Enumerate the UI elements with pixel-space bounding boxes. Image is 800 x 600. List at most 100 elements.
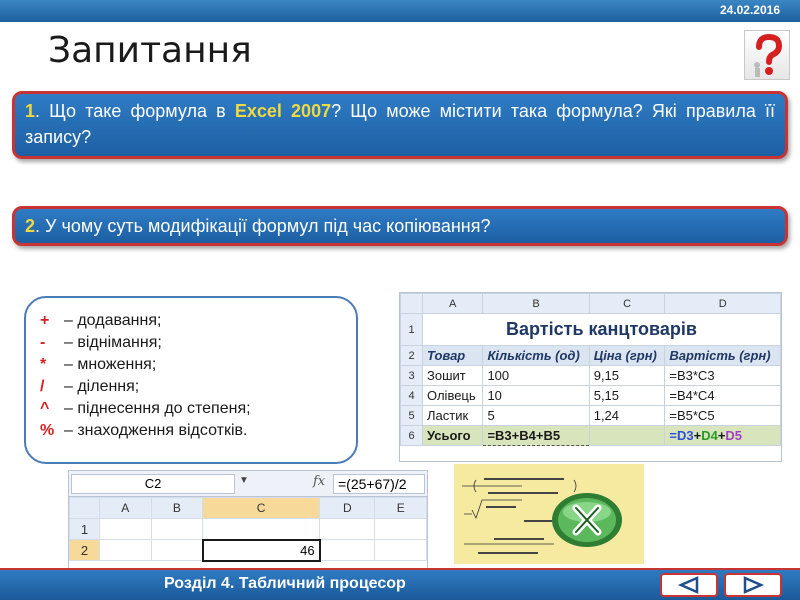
formula-cell[interactable]: =B3*C3 bbox=[664, 365, 781, 386]
operator-label: – віднімання; bbox=[64, 334, 162, 351]
table-row: 4 Олівець 10 5,15 =B4*C4 bbox=[400, 385, 781, 406]
table-cell[interactable] bbox=[150, 518, 204, 540]
question-1-box: 1. Що таке формула в Excel 2007? Що може… bbox=[12, 91, 788, 159]
column-header[interactable]: A bbox=[421, 293, 484, 314]
slide-title: Запитання bbox=[48, 30, 252, 71]
question-2-box: 2. У чому суть модифікації формул під ча… bbox=[12, 206, 788, 246]
row-header[interactable]: 5 bbox=[400, 405, 423, 426]
table-cell[interactable]: 10 bbox=[482, 385, 590, 406]
question-1-excel: Excel 2007 bbox=[234, 101, 332, 121]
row-header[interactable]: 4 bbox=[400, 385, 423, 406]
table-cell[interactable] bbox=[319, 539, 376, 561]
column-header[interactable]: D bbox=[319, 497, 376, 519]
operator-label: – ділення; bbox=[64, 378, 140, 395]
sum-part: D5 bbox=[725, 428, 743, 443]
header-cell[interactable]: Кількість (од) bbox=[482, 345, 590, 366]
row-header[interactable]: 6 bbox=[400, 425, 423, 446]
formula-input[interactable]: =(25+67)/2 bbox=[333, 474, 425, 494]
operator-item: - – віднімання; bbox=[40, 332, 342, 354]
spreadsheet-stationery: A B C D 1 Вартість канцтоварів 2 Товар К… bbox=[399, 292, 782, 462]
table-cell[interactable]: 100 bbox=[482, 365, 590, 386]
sum-part: =D3 bbox=[669, 428, 694, 443]
operator-symbol: ^ bbox=[40, 400, 50, 417]
question-2-number: 2 bbox=[25, 216, 36, 236]
table-cell[interactable]: 5,15 bbox=[588, 385, 666, 406]
row-header[interactable]: 3 bbox=[400, 365, 423, 386]
formula-cell[interactable]: =B5*C5 bbox=[664, 405, 781, 426]
header-cell[interactable]: Ціна (грн) bbox=[588, 345, 666, 366]
row-header[interactable]: 1 bbox=[69, 518, 100, 540]
corner-cell bbox=[400, 293, 423, 314]
column-header-row: A B C D bbox=[400, 293, 781, 314]
table-cell[interactable] bbox=[374, 518, 427, 540]
table-cell[interactable]: Зошит bbox=[421, 365, 484, 386]
column-header[interactable]: A bbox=[99, 497, 152, 519]
row-header[interactable]: 2 bbox=[400, 345, 423, 366]
table-cell[interactable] bbox=[99, 518, 152, 540]
table-header-row: 2 Товар Кількість (од) Ціна (грн) Вартіс… bbox=[400, 345, 781, 366]
operator-symbol: + bbox=[40, 312, 50, 329]
table-cell[interactable] bbox=[150, 539, 204, 561]
operator-label: – піднесення до степеня; bbox=[64, 400, 251, 417]
table-cell[interactable]: Ластик bbox=[421, 405, 484, 426]
excel-logo-icon bbox=[550, 490, 624, 550]
top-bar: 24.02.2016 bbox=[0, 0, 800, 22]
operators-box: + – додавання; - – віднімання; * – множення… bbox=[24, 296, 358, 464]
corner-cell bbox=[69, 497, 100, 519]
table-cell[interactable] bbox=[374, 539, 427, 561]
prev-slide-button[interactable] bbox=[660, 573, 718, 597]
table-cell[interactable] bbox=[202, 518, 321, 540]
table-row: 3 Зошит 100 9,15 =B3*C3 bbox=[400, 365, 781, 386]
header-cell[interactable]: Товар bbox=[421, 345, 484, 366]
table-cell[interactable]: 1,24 bbox=[588, 405, 666, 426]
total-formula-cell[interactable]: =B3+B4+B5 bbox=[482, 425, 590, 446]
fx-icon[interactable]: fx bbox=[313, 474, 325, 489]
header-cell[interactable]: Вартість (грн) bbox=[664, 345, 781, 366]
sum-part: D4 bbox=[701, 428, 718, 443]
question-1-text-a: . Що таке формула в bbox=[35, 101, 235, 121]
table-cell[interactable] bbox=[99, 539, 152, 561]
operator-label: – множення; bbox=[64, 356, 157, 373]
column-header-selected[interactable]: C bbox=[202, 497, 321, 519]
row-header-selected[interactable]: 2 bbox=[69, 539, 100, 561]
column-header-row: A B C D E bbox=[69, 497, 427, 519]
total-label[interactable]: Усього bbox=[421, 425, 484, 446]
table-row: 1 Вартість канцтоварів bbox=[400, 313, 781, 346]
section-title: Розділ 4. Табличний процесор bbox=[164, 575, 406, 592]
table-cell[interactable] bbox=[319, 518, 376, 540]
name-box[interactable]: C2 bbox=[71, 474, 235, 494]
operator-symbol: / bbox=[40, 378, 45, 395]
next-slide-button[interactable] bbox=[724, 573, 782, 597]
operator-item: * – множення; bbox=[40, 354, 342, 376]
spreadsheet-formula-example: C2 ▼ fx =(25+67)/2 A B C D E 1 2 46 bbox=[68, 470, 428, 570]
active-cell[interactable]: 46 bbox=[201, 538, 321, 562]
table-row: 2 46 bbox=[69, 538, 427, 562]
empty-cell[interactable] bbox=[588, 425, 666, 446]
name-box-dropdown-icon[interactable]: ▼ bbox=[239, 475, 249, 486]
table-cell[interactable]: 9,15 bbox=[588, 365, 666, 386]
column-header[interactable]: C bbox=[588, 293, 666, 314]
operator-label: – додавання; bbox=[64, 312, 162, 329]
column-header[interactable]: E bbox=[374, 497, 427, 519]
sheet-title[interactable]: Вартість канцтоварів bbox=[422, 313, 781, 346]
slide-date: 24.02.2016 bbox=[719, 3, 780, 17]
column-header[interactable]: B bbox=[482, 293, 590, 314]
next-arrow-icon bbox=[743, 576, 765, 594]
table-cell[interactable]: 5 bbox=[482, 405, 590, 426]
operator-item: % – знаходження відсотків. bbox=[40, 420, 342, 442]
question-2-text: . У чому суть модифікації формул під час… bbox=[35, 216, 491, 236]
column-header[interactable]: D bbox=[664, 293, 781, 314]
operator-symbol: % bbox=[40, 422, 55, 439]
column-header[interactable]: B bbox=[150, 497, 204, 519]
row-header[interactable]: 1 bbox=[400, 313, 423, 346]
question-1-number: 1 bbox=[25, 101, 36, 121]
formula-cell[interactable]: =B4*C4 bbox=[664, 385, 781, 406]
table-cell[interactable]: Олівець bbox=[421, 385, 484, 406]
operator-symbol: - bbox=[40, 334, 46, 351]
table-row: 1 bbox=[69, 518, 427, 540]
question-mark-icon bbox=[744, 30, 790, 80]
operator-item: + – додавання; bbox=[40, 310, 342, 332]
sum-formula-cell[interactable]: =D3+D4+D5 bbox=[664, 425, 781, 446]
operator-symbol: * bbox=[40, 356, 47, 373]
operator-item: ^ – піднесення до степеня; bbox=[40, 398, 342, 420]
